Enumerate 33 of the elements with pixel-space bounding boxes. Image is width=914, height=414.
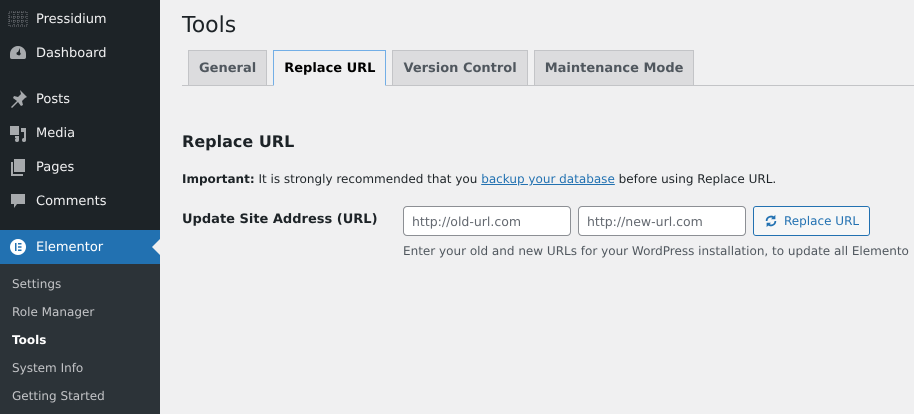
pin-icon <box>11 90 27 108</box>
tab[interactable]: Version Control <box>392 50 528 85</box>
menu-item[interactable]: Media <box>0 116 160 150</box>
tab[interactable]: General <box>188 50 268 85</box>
field-label: Update Site Address (URL) <box>182 211 379 229</box>
submenu-item[interactable]: Settings <box>0 270 160 298</box>
old-url-field[interactable]: http://old-url.com <box>403 206 571 236</box>
speech-bubble-icon <box>11 194 25 208</box>
submenu-item[interactable]: System Info <box>0 354 160 382</box>
tab[interactable]: Replace URL <box>273 50 386 86</box>
backup-link[interactable]: backup your database <box>481 172 615 186</box>
gauge-icon <box>10 46 26 59</box>
menu-item[interactable]: Posts <box>0 82 160 116</box>
refresh-icon <box>764 214 778 228</box>
menu-item[interactable]: Elementor <box>0 230 160 264</box>
pages-icon <box>11 159 25 176</box>
notice-text: Important: It is strongly recommended that you backup your database before using Replace URL. <box>182 172 778 186</box>
submenu-item[interactable]: Getting Started <box>0 382 160 410</box>
help-text: Enter your old and new URLs for your WordPress installation, to update all Elemento <box>403 244 909 258</box>
tab[interactable]: Maintenance Mode <box>534 50 694 85</box>
submenu-item[interactable]: Role Manager <box>0 298 160 326</box>
menu-item[interactable]: Dashboard <box>0 36 160 70</box>
page-title: Tools <box>182 13 238 38</box>
elementor-logo-icon <box>10 239 26 255</box>
menu-item[interactable]: Pressidium <box>0 2 160 36</box>
cube-grid-icon <box>8 12 28 26</box>
menu-item[interactable]: Pages <box>0 150 160 184</box>
menu-item[interactable]: Comments <box>0 184 160 218</box>
new-url-field[interactable]: http://new-url.com <box>578 206 746 236</box>
submenu-item[interactable]: Tools <box>0 326 160 354</box>
replace-url-button[interactable]: Replace URL <box>753 206 870 236</box>
section-heading: Replace URL <box>182 132 296 151</box>
media-icon <box>10 126 26 142</box>
